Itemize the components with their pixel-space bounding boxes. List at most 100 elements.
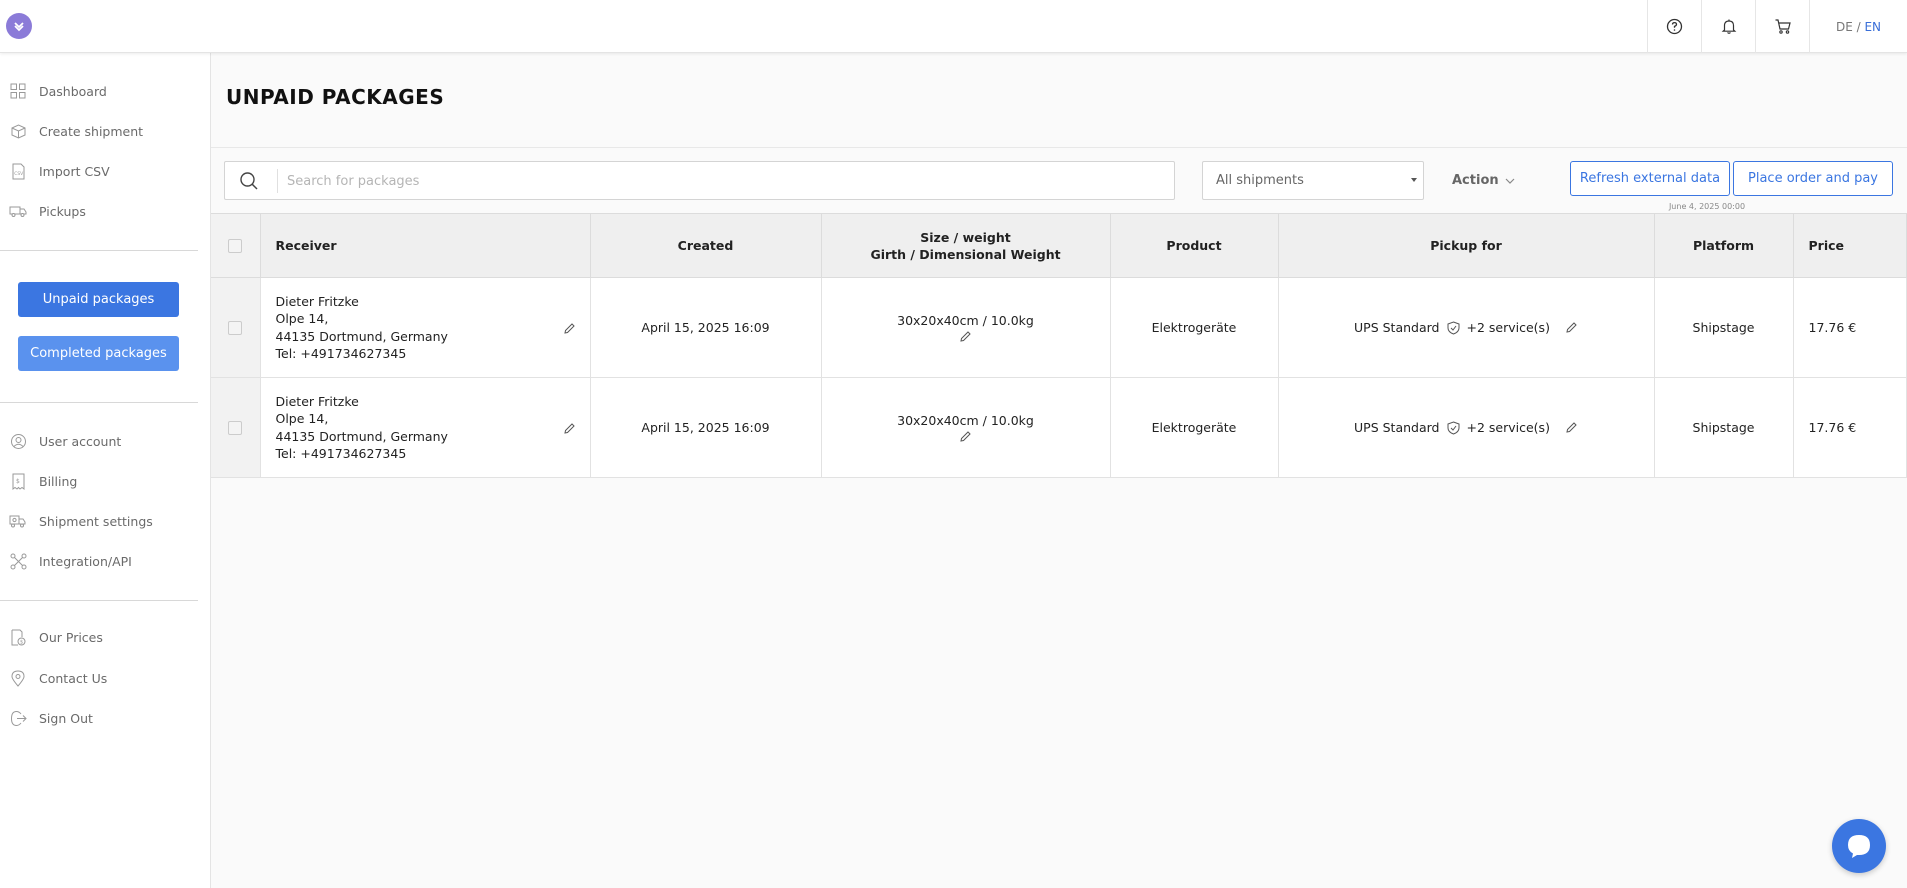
column-header-platform[interactable]: Platform [1654, 213, 1794, 278]
lang-en[interactable]: EN [1864, 20, 1881, 34]
sidebar-item-label: Sign Out [39, 710, 93, 726]
row-checkbox-cell [211, 277, 261, 378]
column-header-price[interactable]: Price [1793, 213, 1907, 278]
table-row[interactable]: Dieter Fritzke Olpe 14, 44135 Dortmund, … [211, 377, 1907, 478]
receiver-city: 44135 Dortmund, Germany [275, 428, 448, 444]
column-header-receiver[interactable]: Receiver [260, 213, 591, 278]
network-icon [9, 552, 27, 570]
sidebar-item-integration-api[interactable]: Integration/API [0, 547, 200, 575]
chat-button[interactable] [1832, 819, 1886, 873]
refresh-timestamp: June 4, 2025 00:00 [1668, 202, 1746, 211]
page-title: UNPAID PACKAGES [226, 85, 445, 109]
sidebar-item-sign-out[interactable]: Sign Out [0, 704, 200, 732]
created-cell: April 15, 2025 16:09 [590, 377, 822, 478]
lang-separator: / [1852, 19, 1865, 34]
receiver-cell: Dieter Fritzke Olpe 14, 44135 Dortmund, … [260, 277, 591, 378]
column-header-size-weight[interactable]: Size / weight Girth / Dimensional Weight [821, 213, 1111, 278]
edit-pickup-pencil-icon[interactable] [1565, 421, 1578, 434]
sidebar-item-dashboard[interactable]: Dashboard [0, 77, 200, 105]
column-header-product[interactable]: Product [1110, 213, 1279, 278]
size-weight-cell: 30x20x40cm / 10.0kg [821, 377, 1111, 478]
action-label: Action [1452, 173, 1499, 188]
product-cell: Elektrogeräte [1110, 377, 1279, 478]
top-bar: DE / EN [0, 0, 1907, 53]
sidebar-divider [0, 402, 198, 403]
row-checkbox-cell [211, 377, 261, 478]
edit-size-pencil-icon[interactable] [959, 330, 972, 343]
lang-de[interactable]: DE [1836, 20, 1853, 34]
language-switch[interactable]: DE / EN [1809, 0, 1907, 53]
table-row[interactable]: Dieter Fritzke Olpe 14, 44135 Dortmund, … [211, 277, 1907, 378]
packages-table: Receiver Created Size / weight Girth / D… [211, 213, 1907, 478]
row-checkbox[interactable] [228, 320, 243, 335]
sidebar-item-label: Shipment settings [39, 513, 153, 529]
sidebar-item-import-csv[interactable]: CSV Import CSV [0, 157, 200, 185]
truck-icon [9, 202, 27, 220]
signout-icon [9, 709, 27, 727]
receiver-phone: Tel: +491734627345 [275, 346, 407, 361]
sidebar-item-shipment-settings[interactable]: Shipment settings [0, 507, 200, 535]
row-checkbox[interactable] [228, 420, 243, 435]
user-icon [9, 432, 27, 450]
csv-icon: CSV [9, 162, 27, 180]
cart-icon[interactable] [1755, 0, 1809, 53]
product-cell: Elektrogeräte [1110, 277, 1279, 378]
search-separator [277, 169, 278, 193]
edit-receiver-pencil-icon[interactable] [563, 322, 576, 335]
sidebar-item-billing[interactable]: $ Billing [0, 467, 200, 495]
caret-down-icon [1411, 178, 1417, 182]
sidebar-item-label: User account [39, 433, 122, 449]
sidebar-item-user-account[interactable]: User account [0, 427, 200, 455]
sidebar-item-create-shipment[interactable]: Create shipment [0, 117, 200, 145]
column-header-pickup[interactable]: Pickup for [1278, 213, 1655, 278]
search-box [224, 161, 1175, 200]
pickup-service: UPS Standard [1354, 420, 1440, 435]
refresh-external-data-button[interactable]: Refresh external data [1570, 161, 1730, 196]
action-dropdown[interactable]: Action [1452, 161, 1515, 200]
help-icon[interactable] [1647, 0, 1701, 53]
created-cell: April 15, 2025 16:09 [590, 277, 822, 378]
unpaid-packages-button[interactable]: Unpaid packages [18, 282, 179, 317]
receiver-street: Olpe 14, [275, 411, 329, 426]
price-cell: 17.76 € [1793, 377, 1907, 478]
size-header-line1: Size / weight [920, 229, 1011, 245]
sidebar-item-label: Dashboard [39, 83, 107, 99]
sidebar-item-label: Integration/API [39, 553, 132, 569]
sidebar-item-pickups[interactable]: Pickups [0, 197, 200, 225]
svg-text:$: $ [16, 478, 20, 485]
column-header-created[interactable]: Created [590, 213, 822, 278]
location-icon [9, 669, 27, 687]
pickup-extra-services[interactable]: +2 service(s) [1467, 320, 1550, 335]
sidebar-item-contact-us[interactable]: Contact Us [0, 664, 200, 692]
size-weight-value: 30x20x40cm / 10.0kg [897, 312, 1034, 328]
billing-icon: $ [9, 472, 27, 490]
shipment-filter-select[interactable]: All shipments [1202, 161, 1424, 200]
receiver-phone: Tel: +491734627345 [275, 446, 407, 461]
edit-receiver-pencil-icon[interactable] [563, 422, 576, 435]
chat-bubble-icon [1848, 835, 1870, 858]
select-all-checkbox[interactable] [228, 238, 243, 253]
search-input[interactable] [287, 170, 1157, 192]
sidebar-item-label: Create shipment [39, 123, 144, 139]
sidebar-divider [0, 600, 198, 601]
grid-icon [9, 82, 27, 100]
bell-icon[interactable] [1701, 0, 1755, 53]
sidebar-item-label: Contact Us [39, 670, 108, 686]
svg-text:$: $ [20, 639, 23, 645]
search-icon[interactable] [239, 171, 259, 191]
pickup-service: UPS Standard [1354, 320, 1440, 335]
edit-size-pencil-icon[interactable] [959, 430, 972, 443]
pickup-extra-services[interactable]: +2 service(s) [1467, 420, 1550, 435]
completed-packages-button[interactable]: Completed packages [18, 336, 179, 371]
logo-icon[interactable] [6, 13, 32, 39]
size-weight-value: 30x20x40cm / 10.0kg [897, 412, 1034, 428]
sidebar-item-our-prices[interactable]: $ Our Prices [0, 623, 200, 651]
receiver-street: Olpe 14, [275, 311, 329, 326]
truck-settings-icon [9, 512, 27, 530]
sidebar-item-label: Our Prices [39, 629, 103, 645]
size-weight-cell: 30x20x40cm / 10.0kg [821, 277, 1111, 378]
place-order-and-pay-button[interactable]: Place order and pay [1733, 161, 1893, 196]
shield-check-icon [1447, 320, 1459, 335]
edit-pickup-pencil-icon[interactable] [1565, 321, 1578, 334]
size-header-line2: Girth / Dimensional Weight [870, 246, 1061, 262]
